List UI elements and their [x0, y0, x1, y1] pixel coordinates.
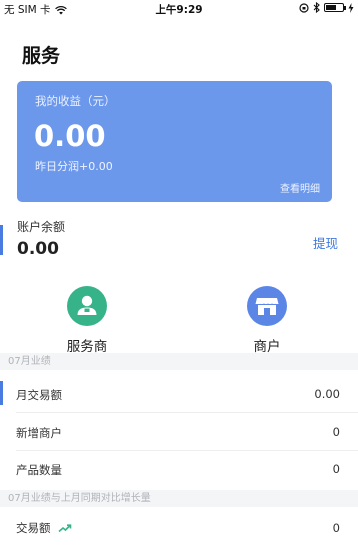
stat-label: 交易额: [16, 520, 72, 536]
battery-icon: [324, 3, 346, 12]
withdraw-button[interactable]: 提现: [313, 233, 338, 252]
service-provider-entry[interactable]: 服务商: [47, 286, 127, 355]
earnings-card: 我的收益（元） 0.00 昨日分润+0.00 查看明细: [17, 81, 332, 202]
stat-label-text: 交易额: [16, 521, 51, 535]
page-title: 服务: [22, 45, 61, 67]
stat-row-product-count: 产品数量 0: [0, 450, 358, 487]
section-compare-title: 07月业绩与上月同期对比增长量: [8, 493, 151, 504]
stat-label: 月交易额: [16, 388, 62, 402]
stat-label: 产品数量: [16, 463, 62, 477]
merchant-entry[interactable]: 商户: [227, 286, 307, 355]
stat-row-new-merchants: 新增商户 0: [0, 413, 358, 450]
bluetooth-icon: [313, 2, 320, 13]
trend-up-icon: [58, 524, 72, 533]
row-indicator: [0, 381, 3, 405]
stat-row-compare-volume: 交易额 0: [0, 511, 358, 548]
stat-label: 新增商户: [16, 426, 62, 440]
yesterday-share: 昨日分润+0.00: [35, 160, 113, 173]
stat-value: 0: [332, 425, 340, 439]
stat-row-monthly-volume: 月交易额 0.00: [0, 375, 358, 412]
balance-indicator: [0, 225, 3, 255]
charging-icon: [348, 2, 354, 13]
service-provider-icon: [67, 286, 107, 326]
stat-value: 0.00: [314, 387, 340, 401]
view-details-link[interactable]: 查看明细: [280, 180, 320, 195]
merchant-label: 商户: [253, 339, 281, 355]
section-month-title: 07月业绩: [8, 356, 51, 367]
earnings-label: 我的收益（元）: [35, 94, 116, 108]
service-provider-label: 服务商: [66, 339, 108, 355]
earnings-amount: 0.00: [34, 119, 106, 153]
stat-value: 0: [332, 462, 340, 476]
section-compare-header: 07月业绩与上月同期对比增长量: [0, 490, 358, 507]
balance-label: 账户余额: [17, 220, 66, 234]
storefront-icon: [247, 286, 287, 326]
status-bar: 无 SIM 卡 上午9:29: [0, 0, 358, 18]
balance-value: 0.00: [17, 239, 59, 259]
status-icons: [299, 2, 354, 13]
section-month-header: 07月业绩: [0, 353, 358, 370]
orientation-lock-icon: [299, 2, 309, 13]
stat-value: 0: [332, 521, 340, 535]
